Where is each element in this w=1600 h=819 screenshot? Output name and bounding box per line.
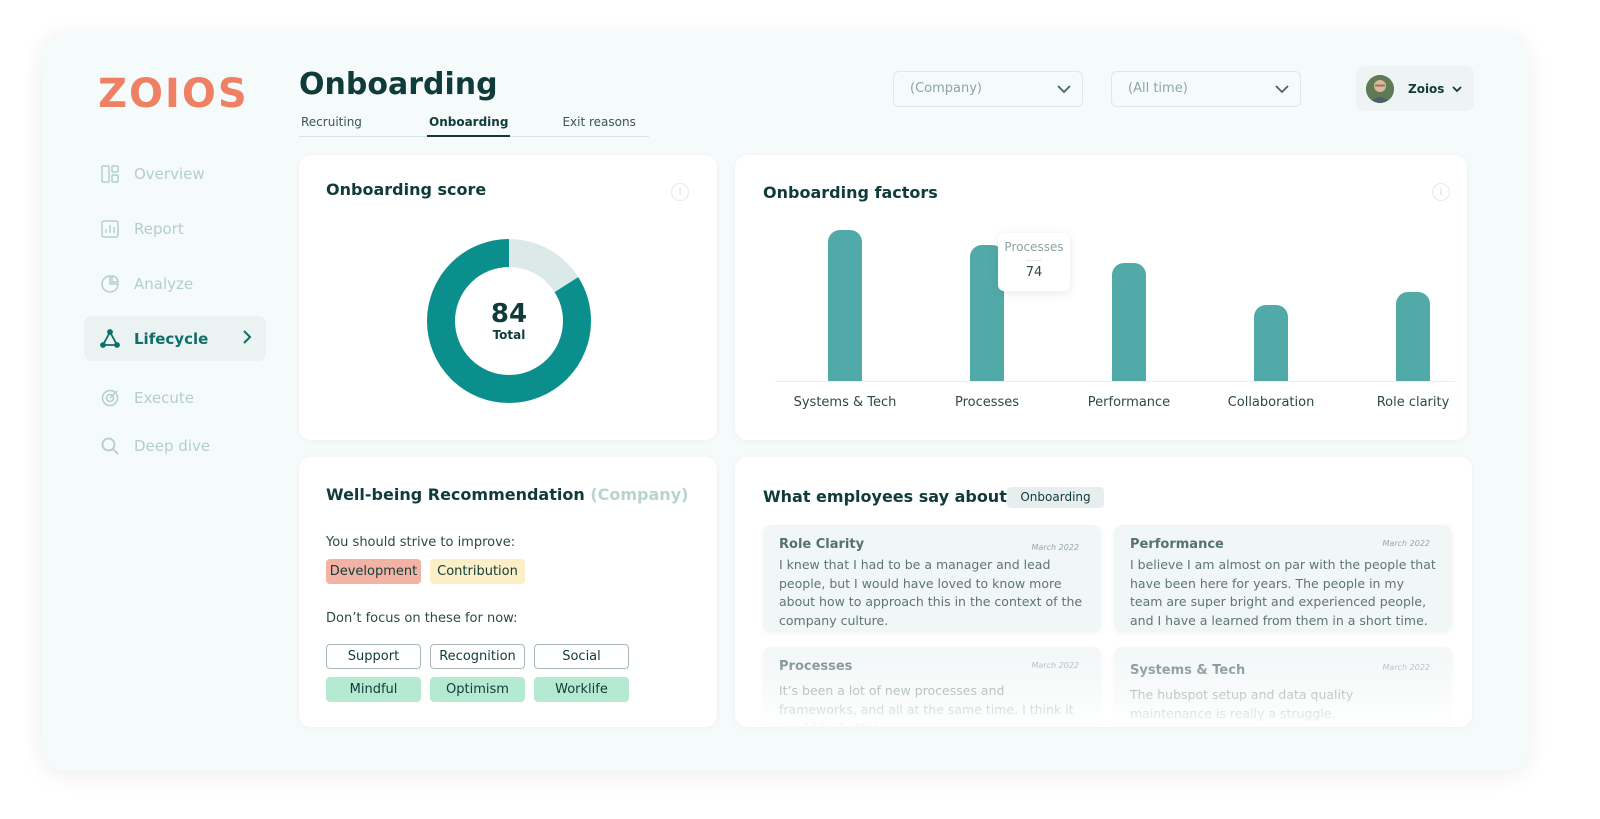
bar-label: Systems & Tech	[793, 395, 897, 410]
tab-recruiting[interactable]: Recruiting	[299, 113, 427, 137]
quote-card[interactable]: Systems & Tech March 2022 The hubspot se…	[1114, 647, 1452, 727]
avatar	[1366, 74, 1394, 103]
sidebar: Overview Report Analyze Lifecycle Execut…	[84, 151, 266, 478]
chip-development[interactable]: Development	[326, 559, 421, 584]
sidebar-item-label: Execute	[134, 388, 194, 407]
bar-systems-tech[interactable]	[828, 229, 862, 381]
chip-worklife[interactable]: Worklife	[534, 677, 629, 702]
bar-performance[interactable]	[1112, 262, 1146, 381]
report-icon	[100, 219, 120, 239]
chip-contribution[interactable]: Contribution	[430, 559, 525, 584]
employees-say-card: What employees say about Onboarding Role…	[735, 457, 1472, 727]
quote-date: March 2022	[1382, 539, 1430, 548]
card-title: What employees say about	[763, 487, 1007, 506]
chip-recognition[interactable]: Recognition	[430, 644, 525, 669]
zoios-logo[interactable]: ZOIOS	[98, 71, 249, 117]
sidebar-item-label: Overview	[134, 164, 205, 183]
sidebar-item-label: Deep dive	[134, 436, 211, 455]
user-name: Zoios	[1408, 81, 1445, 96]
quote-card[interactable]: Performance March 2022 I believe I am al…	[1114, 525, 1452, 631]
info-icon[interactable]: i	[671, 183, 689, 201]
info-icon[interactable]: i	[1432, 183, 1450, 201]
quote-card[interactable]: Processes March 2022 It’s been a lot of …	[763, 647, 1101, 727]
factors-bar-chart: Systems & Tech Processes Performance Collab…	[775, 215, 1455, 415]
tab-onboarding[interactable]: Onboarding	[427, 113, 511, 137]
chip-optimism[interactable]: Optimism	[430, 677, 525, 702]
onboarding-factors-card: Onboarding factors i Systems & Tech Proce…	[735, 155, 1467, 440]
sidebar-item-execute[interactable]: Execute	[84, 375, 266, 420]
bar-label: Role clarity	[1376, 395, 1450, 410]
wellbeing-card: Well-being Recommendation (Company) You …	[299, 457, 717, 727]
bar-label: Collaboration	[1227, 395, 1315, 410]
quote-card[interactable]: Role Clarity March 2022 I knew that I ha…	[763, 525, 1101, 631]
quote-date: March 2022	[1382, 663, 1430, 672]
quote-date: March 2022	[1031, 543, 1079, 552]
overview-icon	[100, 164, 120, 184]
chevron-right-icon	[242, 329, 252, 349]
sidebar-item-lifecycle[interactable]: Lifecycle	[84, 316, 266, 361]
analyze-icon	[100, 274, 120, 294]
bar-role-clarity[interactable]	[1396, 292, 1430, 381]
quote-text: I believe I am almost on par with the pe…	[1130, 557, 1436, 628]
topic-badge[interactable]: Onboarding	[1007, 487, 1104, 508]
card-title: Onboarding score	[326, 180, 487, 199]
score-value: 84	[490, 299, 528, 329]
card-title: Well-being Recommendation (Company)	[326, 485, 688, 504]
score-donut: 84 Total	[426, 238, 592, 404]
time-select-value: (All time)	[1128, 81, 1188, 96]
company-select[interactable]: (Company)	[893, 71, 1083, 107]
quote-text: It’s been a lot of new processes and fra…	[779, 683, 1074, 727]
bar-label: Performance	[1087, 395, 1171, 410]
lifecycle-icon	[100, 328, 120, 349]
chevron-down-icon	[1452, 82, 1463, 96]
chip-mindful[interactable]: Mindful	[326, 677, 421, 702]
sidebar-item-analyze[interactable]: Analyze	[84, 261, 266, 306]
tooltip-value: 74	[1025, 265, 1043, 280]
onboarding-score-card: Onboarding score i 84 Total	[299, 155, 717, 440]
chevron-down-icon	[1274, 81, 1290, 101]
sidebar-item-label: Lifecycle	[134, 329, 209, 348]
time-select[interactable]: (All time)	[1111, 71, 1301, 107]
sidebar-item-report[interactable]: Report	[84, 206, 266, 251]
sidebar-item-label: Report	[134, 219, 184, 238]
tooltip-divider	[1026, 260, 1042, 261]
donut-center: 84 Total	[426, 238, 592, 404]
company-select-value: (Company)	[910, 81, 982, 96]
quote-text: I knew that I had to be a manager and le…	[779, 557, 1083, 628]
chip-social[interactable]: Social	[534, 644, 629, 669]
tab-exit-reasons[interactable]: Exit reasons	[560, 113, 637, 137]
nofocus-label: Don’t focus on these for now:	[326, 611, 518, 626]
wellbeing-title: Well-being Recommendation	[326, 485, 585, 504]
sidebar-item-deep-dive[interactable]: Deep dive	[84, 423, 266, 468]
sidebar-item-label: Analyze	[134, 274, 194, 293]
user-menu[interactable]: Zoios	[1356, 66, 1474, 111]
chevron-down-icon	[1056, 81, 1072, 101]
chart-baseline	[775, 381, 1455, 382]
chip-support[interactable]: Support	[326, 644, 421, 669]
improve-label: You should strive to improve:	[326, 535, 516, 550]
quote-date: March 2022	[1031, 661, 1079, 670]
score-label: Total	[492, 328, 526, 342]
chart-tooltip: Processes 74	[998, 233, 1070, 291]
wellbeing-title-suffix: (Company)	[590, 485, 689, 504]
bar-label: Processes	[954, 395, 1020, 410]
sidebar-item-overview[interactable]: Overview	[84, 151, 266, 196]
app-window: ZOIOS Overview Report Analyze Lifecycle	[42, 33, 1528, 771]
bar-collaboration[interactable]	[1254, 305, 1288, 381]
tab-bar: Recruiting Onboarding Exit reasons	[299, 113, 649, 137]
search-icon	[100, 436, 120, 456]
quote-text: The hubspot setup and data quality maint…	[1130, 687, 1354, 721]
execute-icon	[100, 388, 120, 408]
page-title: Onboarding	[299, 67, 498, 102]
card-title: Onboarding factors	[763, 183, 938, 202]
tooltip-name: Processes	[1004, 240, 1064, 254]
